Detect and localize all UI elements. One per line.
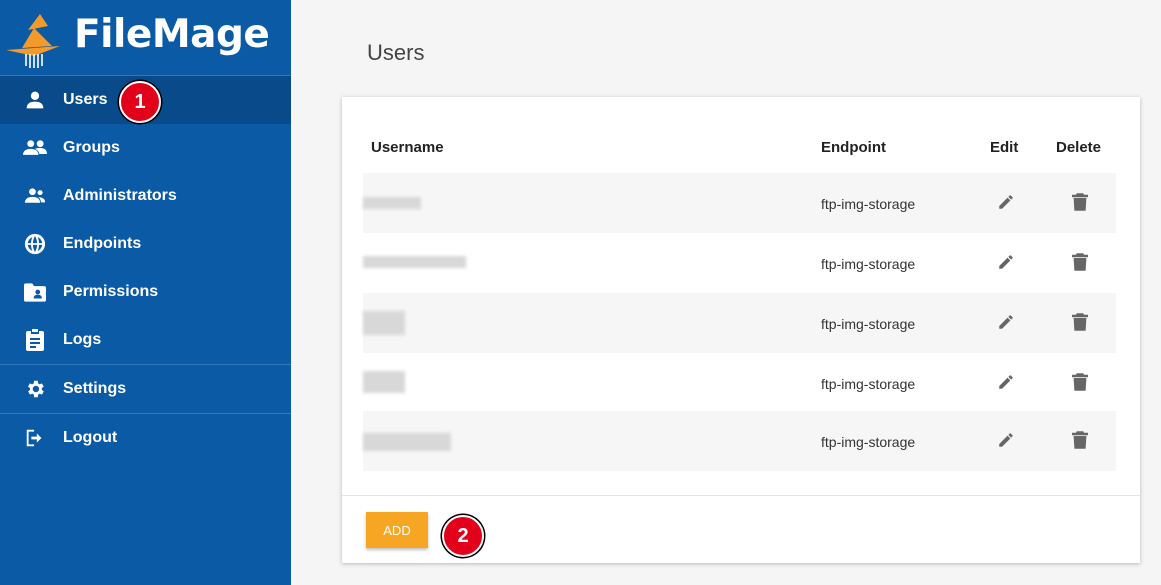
sidebar-item-label: Logs [63,331,102,348]
clipboard-icon [22,329,48,351]
step-badge-2: 2 [442,515,484,557]
sidebar-item-logout[interactable]: Logout [0,414,291,462]
username-cell [363,353,511,413]
table-row: ftp-img-storage [363,411,1116,471]
page-title: Users [367,40,425,65]
card-divider [342,495,1140,496]
endpoint-cell: ftp-img-storage [821,256,916,272]
logout-icon [22,427,48,449]
delete-icon[interactable] [1067,369,1093,395]
table-header: Username Endpoint Edit Delete [342,135,1140,159]
brand-name: FileMage [74,12,270,57]
edit-icon[interactable] [993,427,1019,453]
delete-icon[interactable] [1067,427,1093,453]
sidebar-item-label: Administrators [63,187,177,204]
sidebar-item-settings[interactable]: Settings [0,365,291,413]
sidebar-item-logs[interactable]: Logs [0,316,291,364]
edit-icon[interactable] [993,189,1019,215]
endpoint-cell: ftp-img-storage [821,196,916,212]
delete-icon[interactable] [1067,189,1093,215]
username-cell [363,293,511,353]
filemage-logo [4,6,62,70]
column-header-edit: Edit [990,139,1019,156]
globe-icon [22,233,48,255]
sidebar-item-label: Endpoints [63,235,142,252]
sidebar-item-permissions[interactable]: Permissions [0,268,291,316]
brand: FileMage [0,0,291,76]
edit-icon[interactable] [993,249,1019,275]
sidebar-item-administrators[interactable]: Administrators [0,172,291,220]
edit-icon[interactable] [993,369,1019,395]
endpoint-cell: ftp-img-storage [821,376,916,392]
sidebar-item-label: Users [63,91,108,108]
endpoint-cell: ftp-img-storage [821,316,916,332]
delete-icon[interactable] [1067,309,1093,335]
sidebar-item-label: Logout [63,429,118,446]
user-icon [22,89,48,111]
table-row: ftp-img-storage [363,293,1116,353]
sidebar-item-label: Settings [63,380,127,397]
column-header-username: Username [371,139,444,156]
sidebar-item-label: Groups [63,139,120,156]
column-header-endpoint: Endpoint [821,139,886,156]
step-badge-1: 1 [119,81,161,123]
table-row: ftp-img-storage [363,173,1116,233]
username-cell [363,411,511,471]
table-row: ftp-img-storage [363,233,1116,293]
username-cell [363,173,511,233]
username-cell [363,233,511,293]
sidebar-item-label: Permissions [63,283,159,300]
table-row: ftp-img-storage [363,353,1116,413]
admins-icon [22,185,48,207]
edit-icon[interactable] [993,309,1019,335]
endpoint-cell: ftp-img-storage [821,434,916,450]
sidebar-item-endpoints[interactable]: Endpoints [0,220,291,268]
group-icon [22,137,48,159]
column-header-delete: Delete [1056,139,1102,156]
add-user-button[interactable]: ADD [366,512,428,548]
folder-user-icon [22,281,48,303]
users-card: Username Endpoint Edit Delete ftp-img-st… [342,97,1140,563]
gear-icon [22,378,48,400]
delete-icon[interactable] [1067,249,1093,275]
sidebar-item-groups[interactable]: Groups [0,124,291,172]
